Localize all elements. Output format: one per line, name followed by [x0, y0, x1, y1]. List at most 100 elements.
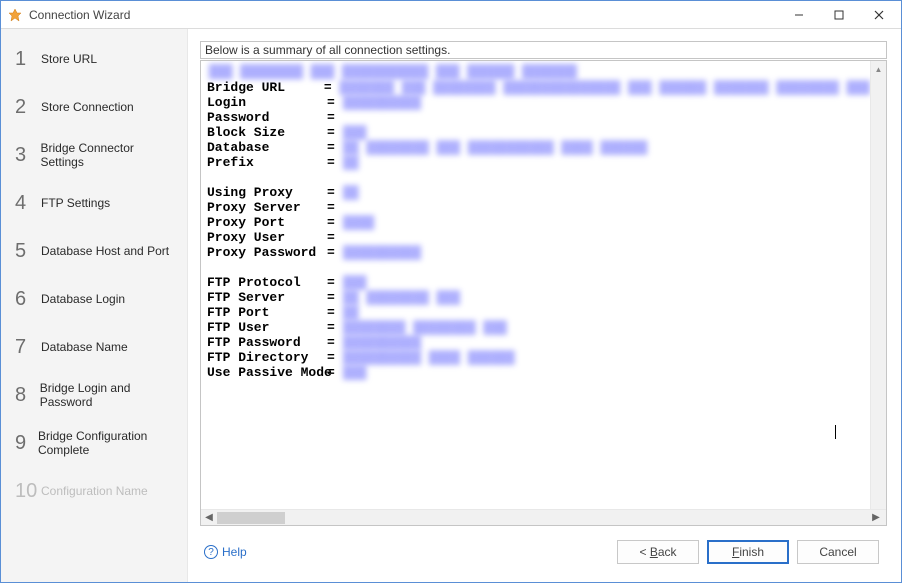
setting-key: FTP Directory	[207, 350, 327, 365]
setting-row: Proxy Server=	[207, 200, 870, 215]
setting-key: Prefix	[207, 155, 327, 170]
setting-row: FTP Port=██	[207, 305, 870, 320]
scroll-right-icon[interactable]: ▶	[868, 512, 884, 523]
setting-value: ██████████	[343, 95, 421, 110]
finish-button[interactable]: Finish	[707, 540, 789, 564]
setting-value: ██ ████████ ███	[343, 290, 460, 305]
setting-value: ████████ ████████ ███	[343, 320, 507, 335]
step-ftp-settings[interactable]: 4FTP Settings	[1, 179, 187, 227]
setting-key: Using Proxy	[207, 185, 327, 200]
minimize-button[interactable]	[779, 2, 819, 28]
setting-row: Database=██ ████████ ███ ███████████ ███…	[207, 140, 870, 155]
setting-value: ████	[343, 215, 374, 230]
equals-sign: =	[327, 365, 343, 380]
setting-key: Password	[207, 110, 327, 125]
steps-sidebar: 1Store URL 2Store Connection 3Bridge Con…	[1, 29, 188, 582]
setting-row: Use Passive Mode=███	[207, 365, 870, 380]
equals-sign: =	[327, 200, 343, 215]
setting-value: ███	[343, 275, 366, 290]
equals-sign: =	[327, 110, 343, 125]
setting-row: FTP User=████████ ████████ ███	[207, 320, 870, 335]
setting-row: Bridge URL=███████ ███ ████████ ████████…	[207, 80, 870, 95]
setting-value: ███	[343, 365, 366, 380]
scroll-left-icon[interactable]: ◀	[201, 512, 217, 523]
equals-sign: =	[327, 320, 343, 335]
blank-row	[207, 260, 870, 275]
setting-row: FTP Server=██ ████████ ███	[207, 290, 870, 305]
text-caret	[835, 425, 836, 439]
setting-row: Proxy Port=████	[207, 215, 870, 230]
step-store-connection[interactable]: 2Store Connection	[1, 83, 187, 131]
setting-key: FTP Protocol	[207, 275, 327, 290]
scroll-up-icon[interactable]: ▲	[875, 65, 883, 74]
summary-label: Below is a summary of all connection set…	[200, 41, 887, 59]
back-button[interactable]: < Back	[617, 540, 699, 564]
wizard-window: Connection Wizard 1Store URL 2Store Conn…	[0, 0, 902, 583]
cancel-button[interactable]: Cancel	[797, 540, 879, 564]
setting-value: ██████████	[343, 335, 421, 350]
step-database-host-port[interactable]: 5Database Host and Port	[1, 227, 187, 275]
equals-sign: =	[327, 230, 343, 245]
help-label: Help	[222, 545, 247, 559]
setting-key: Proxy Port	[207, 215, 327, 230]
step-bridge-configuration-complete[interactable]: 9Bridge Configuration Complete	[1, 419, 187, 467]
equals-sign: =	[324, 80, 340, 95]
setting-row: Using Proxy=██	[207, 185, 870, 200]
equals-sign: =	[327, 275, 343, 290]
setting-value: ██████████	[343, 245, 421, 260]
settings-summary-content[interactable]: ███ ████████ ███ ███████████ ███ ██████ …	[201, 61, 886, 509]
step-database-login[interactable]: 6Database Login	[1, 275, 187, 323]
setting-key: Bridge URL	[207, 80, 324, 95]
summary-header-line: ███ ████████ ███ ███████████ ███ ██████ …	[207, 65, 870, 80]
equals-sign: =	[327, 185, 343, 200]
setting-row: Proxy User=	[207, 230, 870, 245]
equals-sign: =	[327, 125, 343, 140]
setting-key: Proxy User	[207, 230, 327, 245]
equals-sign: =	[327, 335, 343, 350]
setting-key: Database	[207, 140, 327, 155]
setting-value: ██	[343, 155, 359, 170]
step-bridge-connector-settings[interactable]: 3Bridge Connector Settings	[1, 131, 187, 179]
setting-key: Use Passive Mode	[207, 365, 327, 380]
main-panel: Below is a summary of all connection set…	[188, 29, 901, 582]
setting-value: ███	[343, 125, 366, 140]
setting-value: ██ ████████ ███ ███████████ ████ ██████	[343, 140, 647, 155]
horizontal-scrollbar[interactable]: ◀ ▶	[201, 509, 886, 525]
maximize-button[interactable]	[819, 2, 859, 28]
close-button[interactable]	[859, 2, 899, 28]
setting-value: ██████████ ████ ██████	[343, 350, 515, 365]
setting-row: Prefix=██	[207, 155, 870, 170]
step-store-url[interactable]: 1Store URL	[1, 35, 187, 83]
setting-key: Login	[207, 95, 327, 110]
setting-key: FTP Server	[207, 290, 327, 305]
scroll-thumb[interactable]	[217, 512, 285, 524]
settings-summary-box: ███ ████████ ███ ███████████ ███ ██████ …	[200, 60, 887, 526]
equals-sign: =	[327, 140, 343, 155]
setting-key: Proxy Server	[207, 200, 327, 215]
vertical-scrollbar[interactable]: ▲	[870, 61, 886, 509]
titlebar: Connection Wizard	[1, 1, 901, 29]
help-link[interactable]: ? Help	[204, 545, 247, 559]
step-bridge-login-password[interactable]: 8Bridge Login and Password	[1, 371, 187, 419]
equals-sign: =	[327, 350, 343, 365]
equals-sign: =	[327, 155, 343, 170]
equals-sign: =	[327, 245, 343, 260]
equals-sign: =	[327, 305, 343, 320]
app-icon	[7, 7, 23, 23]
setting-value: ██	[343, 185, 359, 200]
setting-key: Block Size	[207, 125, 327, 140]
setting-key: FTP User	[207, 320, 327, 335]
setting-value: ███████ ███ ████████ ███████████████ ███…	[340, 80, 871, 95]
step-database-name[interactable]: 7Database Name	[1, 323, 187, 371]
setting-row: Proxy Password=██████████	[207, 245, 870, 260]
wizard-body: 1Store URL 2Store Connection 3Bridge Con…	[1, 29, 901, 582]
setting-key: Proxy Password	[207, 245, 327, 260]
window-title: Connection Wizard	[29, 8, 779, 22]
setting-row: FTP Directory=██████████ ████ ██████	[207, 350, 870, 365]
setting-row: FTP Password=██████████	[207, 335, 870, 350]
equals-sign: =	[327, 95, 343, 110]
step-configuration-name[interactable]: 10Configuration Name	[1, 467, 187, 515]
equals-sign: =	[327, 215, 343, 230]
setting-row: Block Size=███	[207, 125, 870, 140]
setting-row: Password=	[207, 110, 870, 125]
